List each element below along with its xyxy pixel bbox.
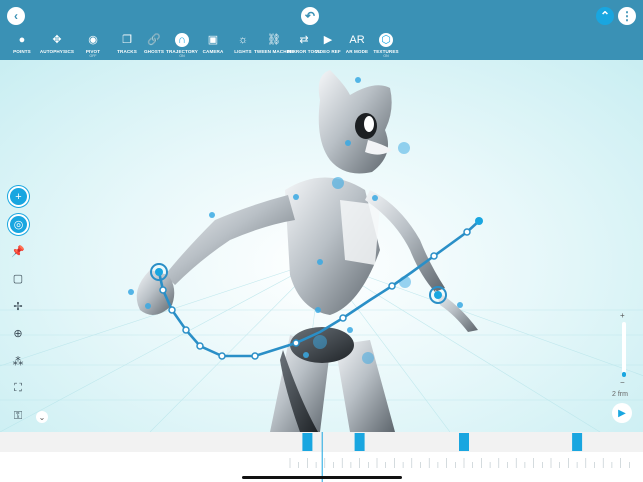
- keyframe-marker[interactable]: [459, 433, 469, 451]
- key-icon: ⚿: [13, 409, 23, 422]
- expand-icon: ⛶: [14, 382, 22, 394]
- play-icon: ▶: [618, 407, 626, 419]
- collapse-left-panel-button[interactable]: ⌄: [36, 411, 48, 423]
- tool-points[interactable]: ● POINTS: [2, 33, 42, 54]
- rotate-button[interactable]: ⊕: [8, 324, 28, 344]
- frame-icon: ▢: [12, 273, 24, 285]
- timeline-track[interactable]: [0, 432, 643, 482]
- add-joint-icon: +: [15, 190, 22, 203]
- expand-button[interactable]: ⛶: [8, 379, 28, 399]
- zoom-slider-fill: [622, 371, 626, 377]
- figure-icon: ✥: [52, 34, 62, 46]
- pin-icon: 📌: [11, 245, 25, 258]
- rotate-icon: ⊕: [13, 328, 23, 340]
- collapse-toolbar-button[interactable]: ⌃: [596, 7, 614, 25]
- target-button[interactable]: ◎: [8, 213, 29, 235]
- undo-icon: ↶: [304, 9, 316, 23]
- target-icon: ◎: [13, 218, 24, 231]
- nodes-icon: ⁂: [12, 355, 24, 368]
- move-icon: ✢: [13, 300, 23, 313]
- tool-state: OFF: [89, 54, 97, 58]
- tool-label: POINTS: [13, 49, 31, 54]
- keyframe-marker[interactable]: [302, 433, 313, 451]
- move-button[interactable]: ✢: [8, 296, 28, 316]
- keyframe-marker[interactable]: [572, 433, 583, 451]
- keyframe-strip: [0, 432, 643, 452]
- tool-state: ON: [383, 54, 389, 58]
- zoom-in-label[interactable]: +: [620, 311, 625, 320]
- tool-state: ON: [179, 54, 185, 58]
- scene-canvas[interactable]: [0, 60, 643, 432]
- more-options-button[interactable]: ⋮: [618, 7, 636, 25]
- add-joint-button[interactable]: +: [8, 186, 29, 207]
- zoom-out-label[interactable]: −: [620, 378, 625, 387]
- trajectory-icon: ∩: [175, 33, 189, 47]
- tool-textures[interactable]: ⬡ TEXTURES ON: [366, 33, 406, 58]
- texture-icon: ⬡: [379, 33, 393, 47]
- key-button[interactable]: ⚿: [8, 406, 28, 426]
- more-vertical-icon: ⋮: [621, 9, 633, 23]
- robot-character[interactable]: [136, 70, 478, 432]
- frame-button[interactable]: ▢: [8, 269, 28, 289]
- tool-label: AUTOPHYSICS: [39, 49, 75, 54]
- home-indicator: [242, 476, 402, 479]
- chevron-down-icon: ⌄: [38, 412, 46, 422]
- chevron-up-icon: ⌃: [599, 9, 611, 23]
- timeline[interactable]: [0, 432, 643, 482]
- 3d-viewport[interactable]: [0, 60, 643, 432]
- undo-button[interactable]: ↶: [301, 7, 319, 25]
- play-button[interactable]: ▶: [612, 403, 632, 423]
- app-root: ‹ ↶ ⌃ ⋮ ● POINTS ✥ AUTOPHYSICS ◉ PIVOT OFF ❐ TRA…: [0, 0, 643, 482]
- chevron-left-icon: ‹: [14, 9, 18, 23]
- nodes-button[interactable]: ⁂: [8, 351, 28, 371]
- zoom-slider[interactable]: [622, 322, 626, 377]
- points-icon: ●: [18, 34, 26, 46]
- back-button[interactable]: ‹: [7, 7, 25, 25]
- keyframe-marker[interactable]: [354, 433, 365, 451]
- frame-step-label[interactable]: 2 frm: [612, 391, 628, 398]
- pin-button[interactable]: 📌: [8, 241, 28, 261]
- tool-autophysics[interactable]: ✥ AUTOPHYSICS: [37, 33, 77, 54]
- top-toolbar: ‹ ↶ ⌃ ⋮ ● POINTS ✥ AUTOPHYSICS ◉ PIVOT OFF ❐ TRA…: [0, 0, 643, 60]
